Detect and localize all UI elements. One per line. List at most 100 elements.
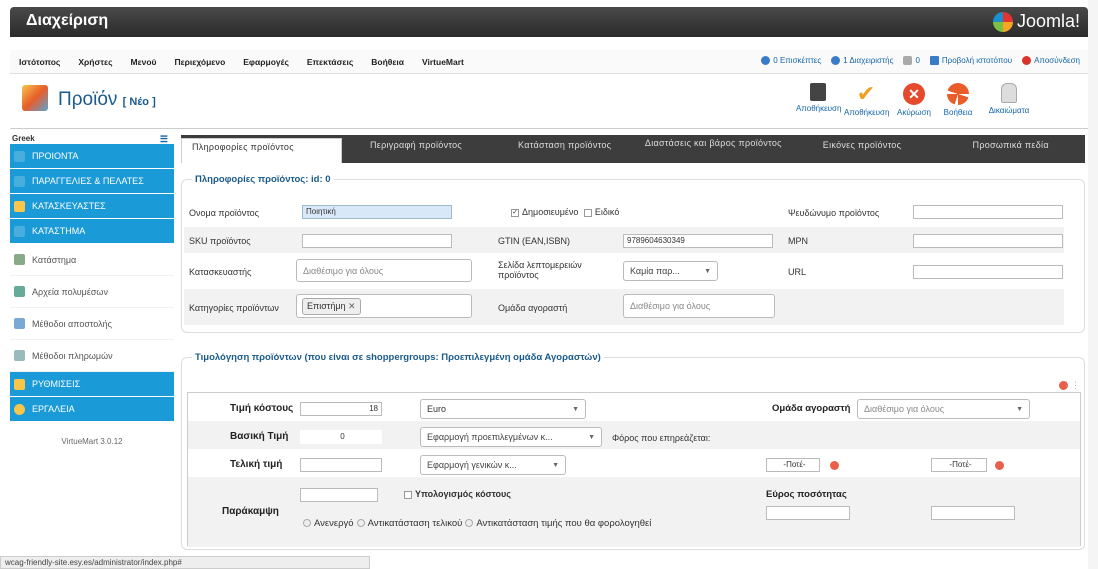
logout-link[interactable]: Αποσύνδεση (1022, 56, 1080, 65)
sidebar-item-manufacturers[interactable]: ΚΑΤΑΣΚΕΥΑΣΤΕΣ (10, 194, 174, 219)
tab-images[interactable]: Εικόνες προϊόντος (788, 135, 937, 163)
radio-replace-final[interactable] (356, 519, 365, 528)
menu-item-help[interactable]: Βοήθεια (362, 57, 413, 67)
settings-icon (14, 379, 25, 390)
calendar-icon[interactable] (995, 461, 1004, 470)
new-tag: [ Νέο ] (122, 96, 156, 108)
truck-icon (14, 318, 25, 329)
published-checkbox[interactable]: ✓ Δημοσιευμένο Ειδικό (511, 207, 619, 217)
save-close-button[interactable]: ✔ Αποθήκευση (844, 81, 889, 125)
date-to-input[interactable]: -Ποτέ- (931, 458, 987, 472)
save-icon (810, 83, 826, 101)
radio-replace-taxed[interactable] (465, 519, 474, 528)
joomla-logo-icon (992, 11, 1013, 32)
alias-input[interactable] (913, 205, 1063, 219)
menu-item-menus[interactable]: Μενού (122, 57, 166, 67)
move-icon[interactable]: ⋮⋮ (1062, 380, 1080, 391)
mpn-input[interactable] (913, 234, 1063, 248)
url-input[interactable] (913, 265, 1063, 279)
menu-item-users[interactable]: Χρήστες (69, 57, 121, 67)
checkbox-icon (404, 490, 412, 499)
cancel-button[interactable]: ✕ Ακύρωση (892, 81, 936, 125)
users-icon (831, 56, 841, 65)
manufacturer-select[interactable]: Διαθέσιμο για όλους (296, 259, 472, 282)
product-info-legend: Πληροφορίες προϊόντος: id: 0 (192, 174, 334, 185)
tab-status[interactable]: Κατάσταση προϊόντος (490, 135, 639, 163)
base-price-value: 0 (300, 430, 382, 444)
media-icon (14, 286, 25, 297)
sidebar-item-media[interactable]: Αρχεία πολυμέσων (10, 276, 174, 308)
price-shopper-group-select[interactable]: Διαθέσιμο για όλους ▼ (857, 399, 1030, 419)
calc-cost-checkbox[interactable]: Υπολογισμός κόστους (404, 489, 511, 499)
final-rule-select[interactable]: Εφαρμογή γενικών κ... ▼ (420, 455, 566, 475)
tab-dimensions[interactable]: Διαστάσεις και βάρος προϊόντος (639, 135, 788, 163)
checkbox-icon: ✓ (511, 208, 519, 217)
store-icon (14, 226, 25, 237)
override-options: Ανενεργό Αντικατάσταση τελικού Αντικατάστα… (300, 518, 651, 529)
shopper-group-select[interactable]: Διαθέσιμο για όλους (623, 294, 775, 318)
visitors-link[interactable]: 0 Επισκέπτες (761, 56, 821, 65)
messages-link[interactable]: 0 (903, 56, 920, 65)
power-icon (1022, 56, 1032, 65)
currency-select[interactable]: Euro ▼ (420, 399, 586, 419)
product-info-fieldset: Πληροφορίες προϊόντος: id: 0 Ονομα προϊό… (181, 174, 1085, 333)
price-table: Τιμή κόστους 18 Euro ▼ Ομάδα αγοραστή Δια… (187, 392, 1081, 547)
sidebar-item-settings[interactable]: ΡΥΘΜΙΣΕΙΣ (10, 372, 174, 397)
calendar-icon[interactable] (830, 461, 839, 470)
details-page-select[interactable]: Καμία παρ... ▼ (623, 261, 718, 281)
cost-input[interactable]: 18 (300, 402, 382, 416)
menu-item-components[interactable]: Εφαρμογές (234, 57, 298, 67)
sidebar-item-shop[interactable]: Κατάστημα (10, 244, 174, 276)
tab-product-info[interactable]: Πληροφορίες προϊόντος (181, 138, 342, 163)
language-label: Greek ☰ (12, 134, 168, 144)
view-site-link[interactable]: Προβολή ιστοτόπου (929, 56, 1012, 65)
product-icon (22, 85, 48, 111)
menu-item-content[interactable]: Περιεχόμενο (166, 57, 235, 67)
status-bar-url: wcag-friendly-site.esy.es/administrator/… (0, 556, 370, 569)
permissions-button[interactable]: Δικαιώματα (980, 81, 1038, 125)
gtin-input[interactable]: 9789604630349 (623, 234, 773, 248)
remove-icon[interactable]: ✕ (348, 301, 356, 311)
joomla-logo[interactable]: Joomla! (992, 11, 1080, 32)
sidebar-item-store[interactable]: ΚΑΤΑΣΤΗΜΑ (10, 219, 174, 244)
name-input[interactable]: Ποιητική (302, 205, 452, 219)
top-menu: Ιστότοπος Χρήστες Μενού Περιεχόμενο Εφαρ… (10, 50, 1088, 74)
save-button[interactable]: Αποθήκευση (796, 81, 841, 125)
tab-description[interactable]: Περιγραφή προϊόντος (342, 135, 491, 163)
qty-to-input[interactable] (931, 506, 1015, 520)
menu-item-extensions[interactable]: Επεκτάσεις (298, 57, 362, 67)
base-rule-select[interactable]: Εφαρμογή προεπιλεγμένων κ... ▼ (420, 427, 602, 447)
shop-icon (14, 254, 25, 265)
sidebar-item-tools[interactable]: ΕΡΓΑΛΕΙΑ (10, 397, 174, 422)
help-button[interactable]: Βοήθεια (936, 81, 980, 125)
final-price-label: Τελική τιμή (230, 459, 283, 470)
chevron-down-icon: ▼ (1016, 406, 1023, 413)
sidebar-item-products[interactable]: ΠΡΟΙΟΝΤΑ (10, 144, 174, 169)
special-checkbox[interactable] (583, 208, 592, 217)
override-label: Παράκαμψη (222, 506, 279, 517)
shopper-group-label: Ομάδα αγοραστή (498, 303, 568, 313)
scrollbar[interactable] (1088, 0, 1098, 569)
sidebar-item-shipping[interactable]: Μέθοδοι αποστολής (10, 308, 174, 340)
pricing-fieldset: Τιμολόγηση προϊόντων (που είναι σε shopp… (181, 352, 1085, 550)
details-page-label: Σελίδα λεπτομερειών προϊόντος (498, 260, 582, 280)
sidebar-item-orders[interactable]: ΠΑΡΑΓΓΕΛΙΕΣ & ΠΕΛΑΤΕΣ (10, 169, 174, 194)
admins-link[interactable]: 1 Διαχειριστής (831, 56, 893, 65)
product-tabs: Πληροφορίες προϊόντος Περιγραφή προϊόντο… (181, 135, 1085, 163)
final-price-input[interactable] (300, 458, 382, 472)
menu-item-site[interactable]: Ιστότοπος (10, 57, 69, 67)
gtin-label: GTIN (EAN,ISBN) (498, 236, 571, 246)
override-input[interactable] (300, 488, 378, 502)
date-from-input[interactable]: -Ποτέ- (766, 458, 820, 472)
radio-inactive[interactable] (303, 519, 311, 528)
tab-custom-fields[interactable]: Προσωπικά πεδία (936, 135, 1085, 163)
sidebar-item-payment[interactable]: Μέθοδοι πληρωμών (10, 340, 174, 372)
menu-item-virtuemart[interactable]: VirtueMart (413, 57, 473, 67)
category-chip[interactable]: Επιστήμη ✕ (302, 298, 361, 315)
admin-header: Διαχείριση Joomla! (10, 7, 1088, 37)
version-label: VirtueMart 3.0.12 (61, 437, 123, 446)
alias-label: Ψευδώνυμο προϊόντος (788, 208, 880, 218)
toolbar: Προϊόν [ Νέο ] Αποθήκευση ✔ Αποθήκευση ✕ Α… (10, 77, 1088, 129)
sku-input[interactable] (302, 234, 452, 248)
qty-from-input[interactable] (766, 506, 850, 520)
